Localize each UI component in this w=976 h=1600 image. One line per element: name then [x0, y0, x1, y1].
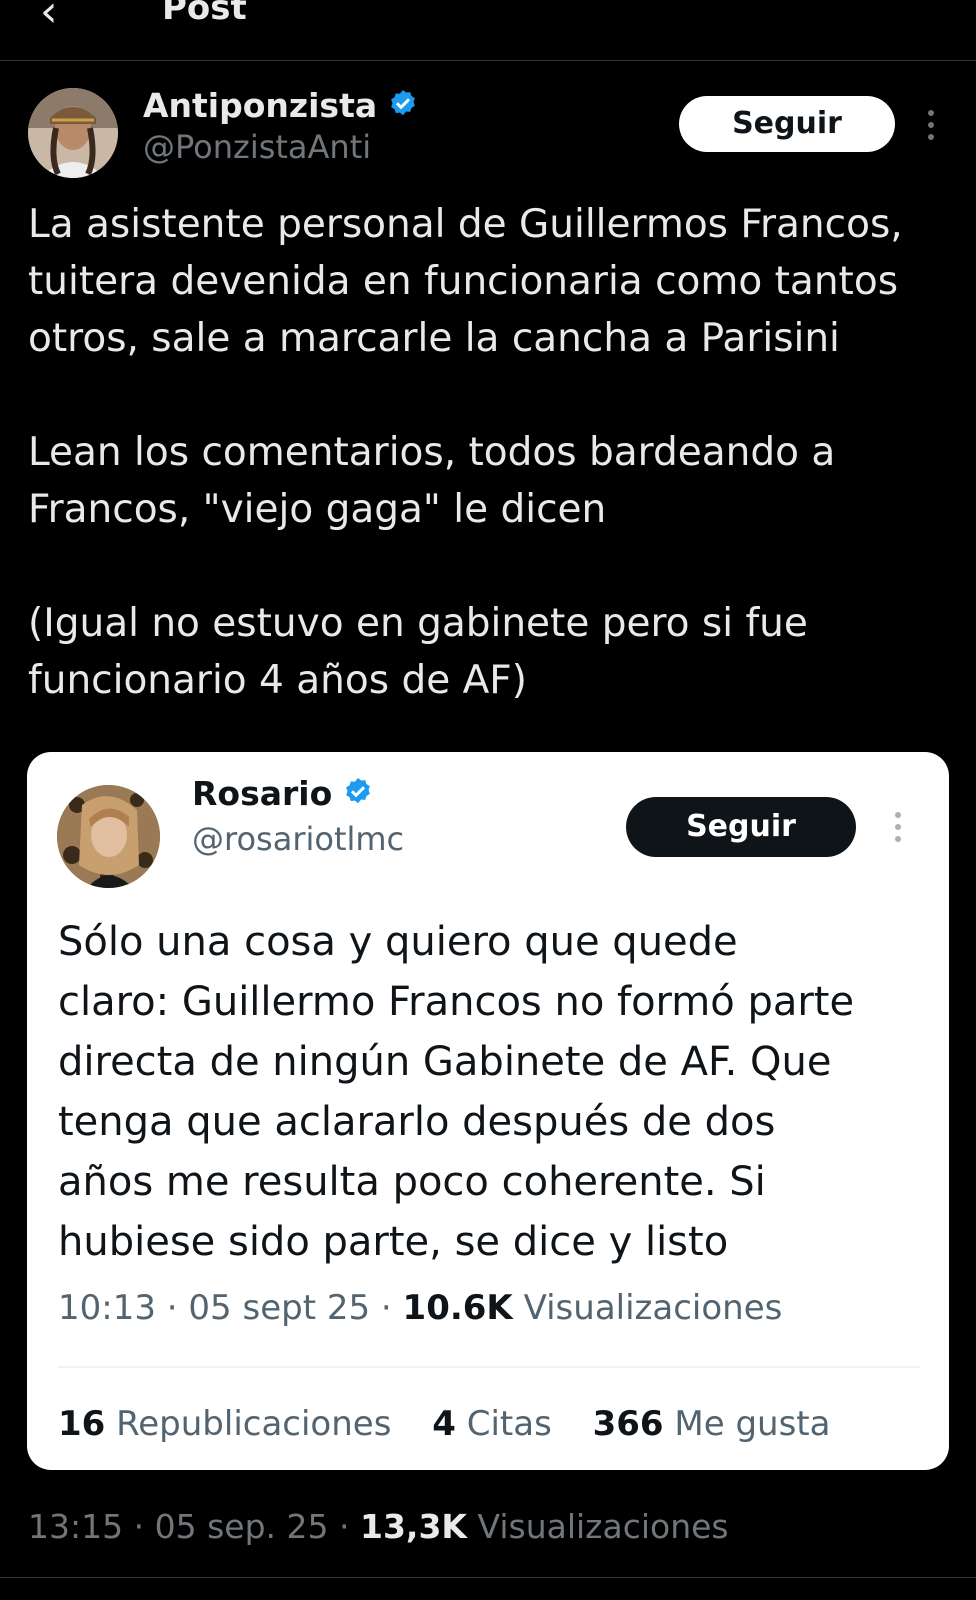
more-options-icon[interactable]	[928, 110, 936, 146]
quoted-post-meta: 10:13 · 05 sept 25 · 10.6K Visualizacion…	[58, 1288, 783, 1328]
top-bar: ‹ Post	[0, 0, 976, 61]
post-meta: 13:15 · 05 sep. 25 · 13,3K Visualizacion…	[28, 1507, 729, 1546]
verified-badge-icon	[387, 88, 419, 128]
quoted-author-name[interactable]: Rosario	[192, 774, 374, 816]
quoted-time[interactable]: 10:13	[58, 1288, 156, 1328]
quotes-stat[interactable]: 4 Citas	[432, 1404, 552, 1444]
quoted-post-card[interactable]: Rosario @rosariotlmc Sólo una cosa y qui…	[27, 752, 949, 1470]
post-paragraph: La asistente personal de Guillermos Fran…	[28, 202, 903, 361]
likes-label: Me gusta	[674, 1404, 831, 1444]
post-paragraph: Lean los comentarios, todos bardeando a …	[28, 430, 836, 532]
quoted-author-name-text: Rosario	[192, 774, 333, 813]
post-time[interactable]: 13:15	[28, 1507, 123, 1546]
post-paragraph: (Igual no estuvo en gabinete pero si fue…	[28, 601, 808, 703]
quoted-avatar[interactable]	[57, 785, 160, 888]
divider	[58, 1366, 920, 1368]
verified-badge-icon	[342, 776, 374, 816]
quotes-count: 4	[432, 1404, 456, 1444]
likes-stat[interactable]: 366 Me gusta	[593, 1404, 831, 1444]
quoted-follow-button[interactable]: Seguir	[626, 797, 856, 857]
post-text: La asistente personal de Guillermos Fran…	[28, 196, 958, 709]
likes-count: 366	[592, 1404, 664, 1444]
quoted-date[interactable]: 05 sept 25	[188, 1288, 370, 1328]
reposts-stat[interactable]: 16 Republicaciones	[58, 1404, 391, 1444]
avatar[interactable]	[28, 88, 118, 178]
reposts-label: Republicaciones	[116, 1404, 392, 1444]
quoted-views-label: Visualizaciones	[523, 1288, 783, 1328]
author-handle[interactable]: @PonzistaAnti	[143, 128, 371, 166]
post-views-count: 13,3K	[359, 1507, 467, 1546]
author-name-text: Antiponzista	[143, 86, 378, 125]
follow-button[interactable]: Seguir	[679, 96, 895, 152]
quoted-post-stats: 16 Republicaciones 4 Citas 366 Me gusta	[58, 1404, 860, 1444]
reposts-count: 16	[58, 1404, 106, 1444]
author-name[interactable]: Antiponzista	[143, 86, 419, 128]
page-title: Post	[162, 0, 247, 28]
divider	[0, 1577, 976, 1578]
post-views-label: Visualizaciones	[477, 1507, 729, 1546]
quoted-views-count: 10.6K	[402, 1288, 513, 1328]
post-date[interactable]: 05 sep. 25	[155, 1507, 329, 1546]
quoted-post-text: Sólo una cosa y quiero que quede claro: …	[58, 919, 855, 1265]
back-arrow-icon[interactable]: ‹	[40, 0, 58, 37]
quoted-more-options-icon[interactable]	[895, 812, 903, 848]
quoted-author-handle[interactable]: @rosariotlmc	[192, 820, 404, 858]
quotes-label: Citas	[466, 1404, 552, 1444]
